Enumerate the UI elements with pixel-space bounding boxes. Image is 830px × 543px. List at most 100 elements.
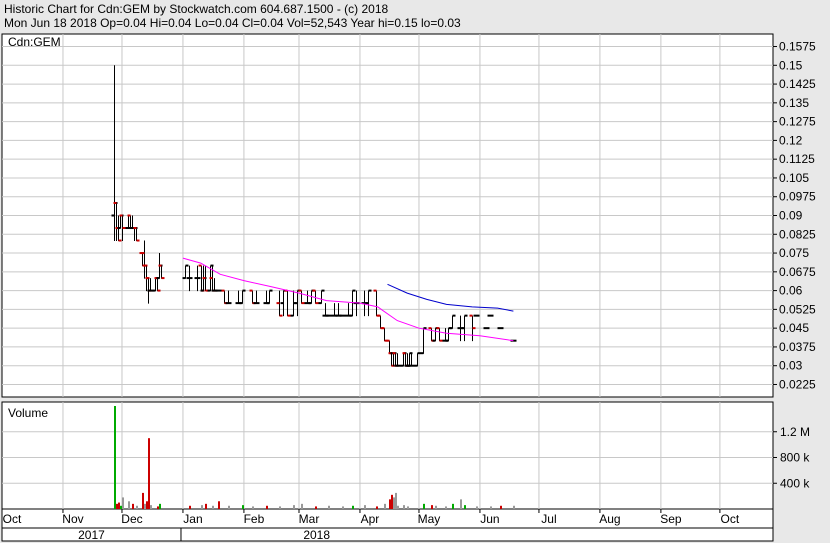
- x-tick-label: Sep: [660, 512, 682, 526]
- x-tick-label: Aug: [599, 512, 620, 526]
- y-tick-label: 0.0675: [779, 265, 816, 279]
- month-axis-strip: [1, 508, 774, 529]
- y-tick-label: 0.075: [779, 246, 809, 260]
- y-tick-label: 0.06: [779, 284, 803, 298]
- year-axis-strip: [1, 527, 774, 542]
- ohlc-bar: [497, 327, 504, 330]
- volume-bar: [132, 503, 134, 509]
- y-tick-label: 0.135: [779, 96, 809, 110]
- volume-bar: [122, 497, 124, 509]
- volume-bar: [212, 505, 214, 509]
- y-tick-label: 0.045: [779, 321, 809, 335]
- x-tick-label: May: [418, 512, 441, 526]
- volume-bar: [148, 438, 150, 509]
- volume-bar: [128, 501, 130, 509]
- volume-y-tick-label: 800 k: [780, 451, 810, 465]
- x-tick-label: Oct: [721, 512, 740, 526]
- volume-bar: [242, 505, 244, 509]
- volume-bar: [352, 505, 354, 509]
- volume-bar: [376, 506, 378, 509]
- volume-panel: [1, 401, 774, 510]
- volume-bar: [464, 505, 466, 509]
- x-tick-label: Oct: [3, 512, 22, 526]
- x-tick-label: Apr: [361, 512, 380, 526]
- y-tick-label: 0.09: [779, 209, 803, 223]
- volume-bar: [460, 499, 462, 509]
- volume-label: Volume: [8, 406, 48, 420]
- volume-bar: [397, 505, 399, 509]
- volume-bar: [407, 506, 409, 509]
- y-tick-label: 0.0375: [779, 340, 816, 354]
- volume-bar: [328, 505, 330, 509]
- x-tick-label: Feb: [244, 512, 265, 526]
- x-tick-label: Jan: [183, 512, 202, 526]
- x-tick-label: Mar: [299, 512, 320, 526]
- volume-bar: [391, 494, 393, 509]
- volume-bar: [218, 501, 220, 509]
- y-tick-label: 0.105: [779, 171, 809, 185]
- volume-bar: [384, 503, 386, 509]
- y-tick-label: 0.0225: [779, 377, 816, 391]
- volume-y-tick-label: 400 k: [780, 476, 810, 490]
- volume-bar: [266, 505, 268, 509]
- symbol-label: Cdn:GEM: [8, 35, 61, 49]
- volume-bar: [189, 505, 191, 509]
- y-tick-label: 0.1125: [779, 152, 815, 166]
- volume-bar: [490, 506, 492, 509]
- stock-chart: Oct Nov Dec Jan Feb Mar Apr May Jun Jul Aug Sep Oct 2…: [1, 33, 816, 542]
- y-tick-label: 0.0975: [779, 190, 816, 204]
- volume-bar: [114, 406, 116, 509]
- volume-bar: [445, 506, 447, 509]
- ohlc-bar: [487, 314, 494, 317]
- volume-bar: [500, 505, 502, 509]
- volume-bar: [423, 503, 425, 509]
- y-tick-label: 0.0825: [779, 227, 816, 241]
- volume-bar: [452, 503, 454, 509]
- ohlc-bar: [339, 314, 346, 317]
- volume-bar: [342, 506, 344, 509]
- volume-bar: [431, 505, 433, 509]
- ohlc-bar: [215, 289, 222, 292]
- volume-bar: [157, 506, 159, 509]
- year-label: 2017: [78, 528, 105, 542]
- volume-bar: [136, 505, 138, 509]
- ohlc-bar: [483, 327, 490, 330]
- volume-bar: [252, 506, 254, 509]
- y-tick-label: 0.1275: [779, 115, 816, 129]
- volume-bar: [120, 505, 122, 509]
- y-tick-label: 0.03: [779, 359, 803, 373]
- ohlc-bar: [325, 314, 332, 317]
- volume-bar: [116, 503, 118, 509]
- y-tick-label: 0.1425: [779, 77, 816, 91]
- volume-bar: [315, 506, 317, 509]
- volume-bar: [228, 505, 230, 509]
- volume-bar: [435, 505, 437, 509]
- volume-bar: [389, 499, 391, 509]
- y-tick-label: 0.1575: [779, 40, 816, 54]
- volume-bar: [293, 505, 295, 509]
- x-tick-label: Dec: [121, 512, 142, 526]
- y-tick-label: 0.0525: [779, 302, 816, 316]
- volume-bar: [364, 505, 366, 509]
- volume-bar: [150, 505, 152, 509]
- volume-bar: [279, 506, 281, 509]
- volume-y-tick-label: 1.2 M: [780, 425, 810, 439]
- ohlc-bar: [473, 314, 480, 317]
- volume-bar: [142, 492, 144, 509]
- volume-bar: [403, 505, 405, 509]
- volume-bar: [301, 503, 303, 509]
- x-tick-label: Nov: [62, 512, 83, 526]
- volume-bar: [201, 505, 203, 509]
- volume-bar: [395, 492, 397, 509]
- volume-bar: [205, 503, 207, 509]
- y-tick-label: 0.15: [779, 58, 803, 72]
- x-tick-label: Jul: [541, 512, 556, 526]
- volume-bar: [476, 506, 478, 509]
- volume-bar: [146, 501, 148, 509]
- volume-bar: [144, 503, 146, 509]
- volume-bar: [159, 503, 161, 509]
- volume-bar: [118, 502, 120, 509]
- volume-bar: [393, 497, 395, 509]
- x-tick-label: Jun: [480, 512, 499, 526]
- y-tick-label: 0.12: [779, 133, 803, 147]
